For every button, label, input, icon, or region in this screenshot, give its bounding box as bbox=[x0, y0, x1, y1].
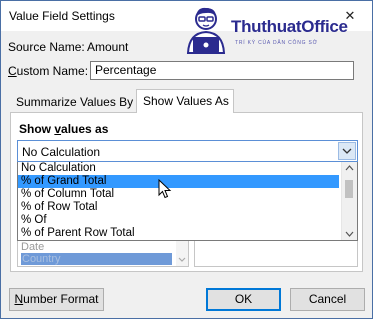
option-item[interactable]: % Of bbox=[18, 214, 339, 227]
option-item[interactable]: % of Parent Row Total bbox=[18, 227, 339, 240]
custom-name-label: Custom Name: bbox=[8, 64, 88, 78]
scroll-down-arrow-icon[interactable] bbox=[176, 254, 188, 266]
mouse-pointer-icon bbox=[158, 179, 172, 199]
logo-tagline: TRÍ KỲ CỦA DÂN CÔNG SỞ bbox=[235, 40, 318, 46]
base-field-item-selected[interactable]: Country bbox=[21, 253, 172, 265]
dropdown-toggle[interactable] bbox=[338, 142, 356, 160]
thuthuatoffice-logo: ThuthuatOffice TRÍ KỲ CỦA DÂN CÔNG SỞ bbox=[183, 5, 348, 57]
show-values-as-options-list[interactable]: No Calculation % of Grand Total % of Col… bbox=[17, 162, 358, 241]
scroll-down-arrow-icon[interactable] bbox=[342, 228, 357, 240]
tab-show-values-as[interactable]: Show Values As bbox=[136, 89, 234, 113]
number-format-label: umber Format bbox=[23, 292, 99, 306]
option-item[interactable]: % of Column Total bbox=[18, 188, 339, 201]
dropdown-selected-value: No Calculation bbox=[22, 145, 101, 159]
ok-button[interactable]: OK bbox=[206, 288, 281, 311]
base-field-item[interactable]: Date bbox=[21, 241, 171, 253]
chevron-down-icon bbox=[342, 148, 352, 154]
person-laptop-logo-icon bbox=[186, 7, 226, 54]
number-format-button[interactable]: Number Format bbox=[9, 288, 104, 311]
show-values-as-dropdown[interactable]: No Calculation bbox=[17, 140, 358, 162]
option-item[interactable]: % of Row Total bbox=[18, 201, 339, 214]
option-item[interactable]: No Calculation bbox=[18, 162, 339, 175]
show-values-label-part: alues as bbox=[61, 122, 109, 136]
options-scrollbar[interactable] bbox=[341, 162, 357, 240]
source-name-value: Amount bbox=[87, 40, 129, 54]
scroll-thumb[interactable] bbox=[345, 180, 353, 198]
logo-name: ThuthuatOffice bbox=[231, 17, 348, 36]
scroll-up-arrow-icon[interactable] bbox=[342, 162, 357, 174]
show-values-label-part: Show bbox=[19, 122, 55, 136]
dialog-title: Value Field Settings bbox=[9, 9, 115, 23]
source-name-label: Source Name: bbox=[8, 40, 85, 54]
cancel-button[interactable]: Cancel bbox=[290, 288, 365, 311]
show-values-as-label: Show values as bbox=[19, 122, 108, 136]
custom-name-input[interactable]: Percentage bbox=[90, 61, 354, 80]
value-field-settings-dialog: Value Field Settings ✕ ThuthuatOffice TR… bbox=[0, 0, 373, 319]
option-item-highlighted[interactable]: % of Grand Total bbox=[18, 175, 339, 188]
custom-name-label-rest: ustom Name: bbox=[16, 64, 89, 78]
custom-name-label-accesskey: C bbox=[8, 64, 17, 78]
number-format-accesskey: N bbox=[14, 292, 24, 306]
show-values-as-panel: Show values as No Calculation No Calcula… bbox=[10, 112, 363, 272]
tab-summarize-values-by[interactable]: Summarize Values By bbox=[10, 92, 136, 112]
